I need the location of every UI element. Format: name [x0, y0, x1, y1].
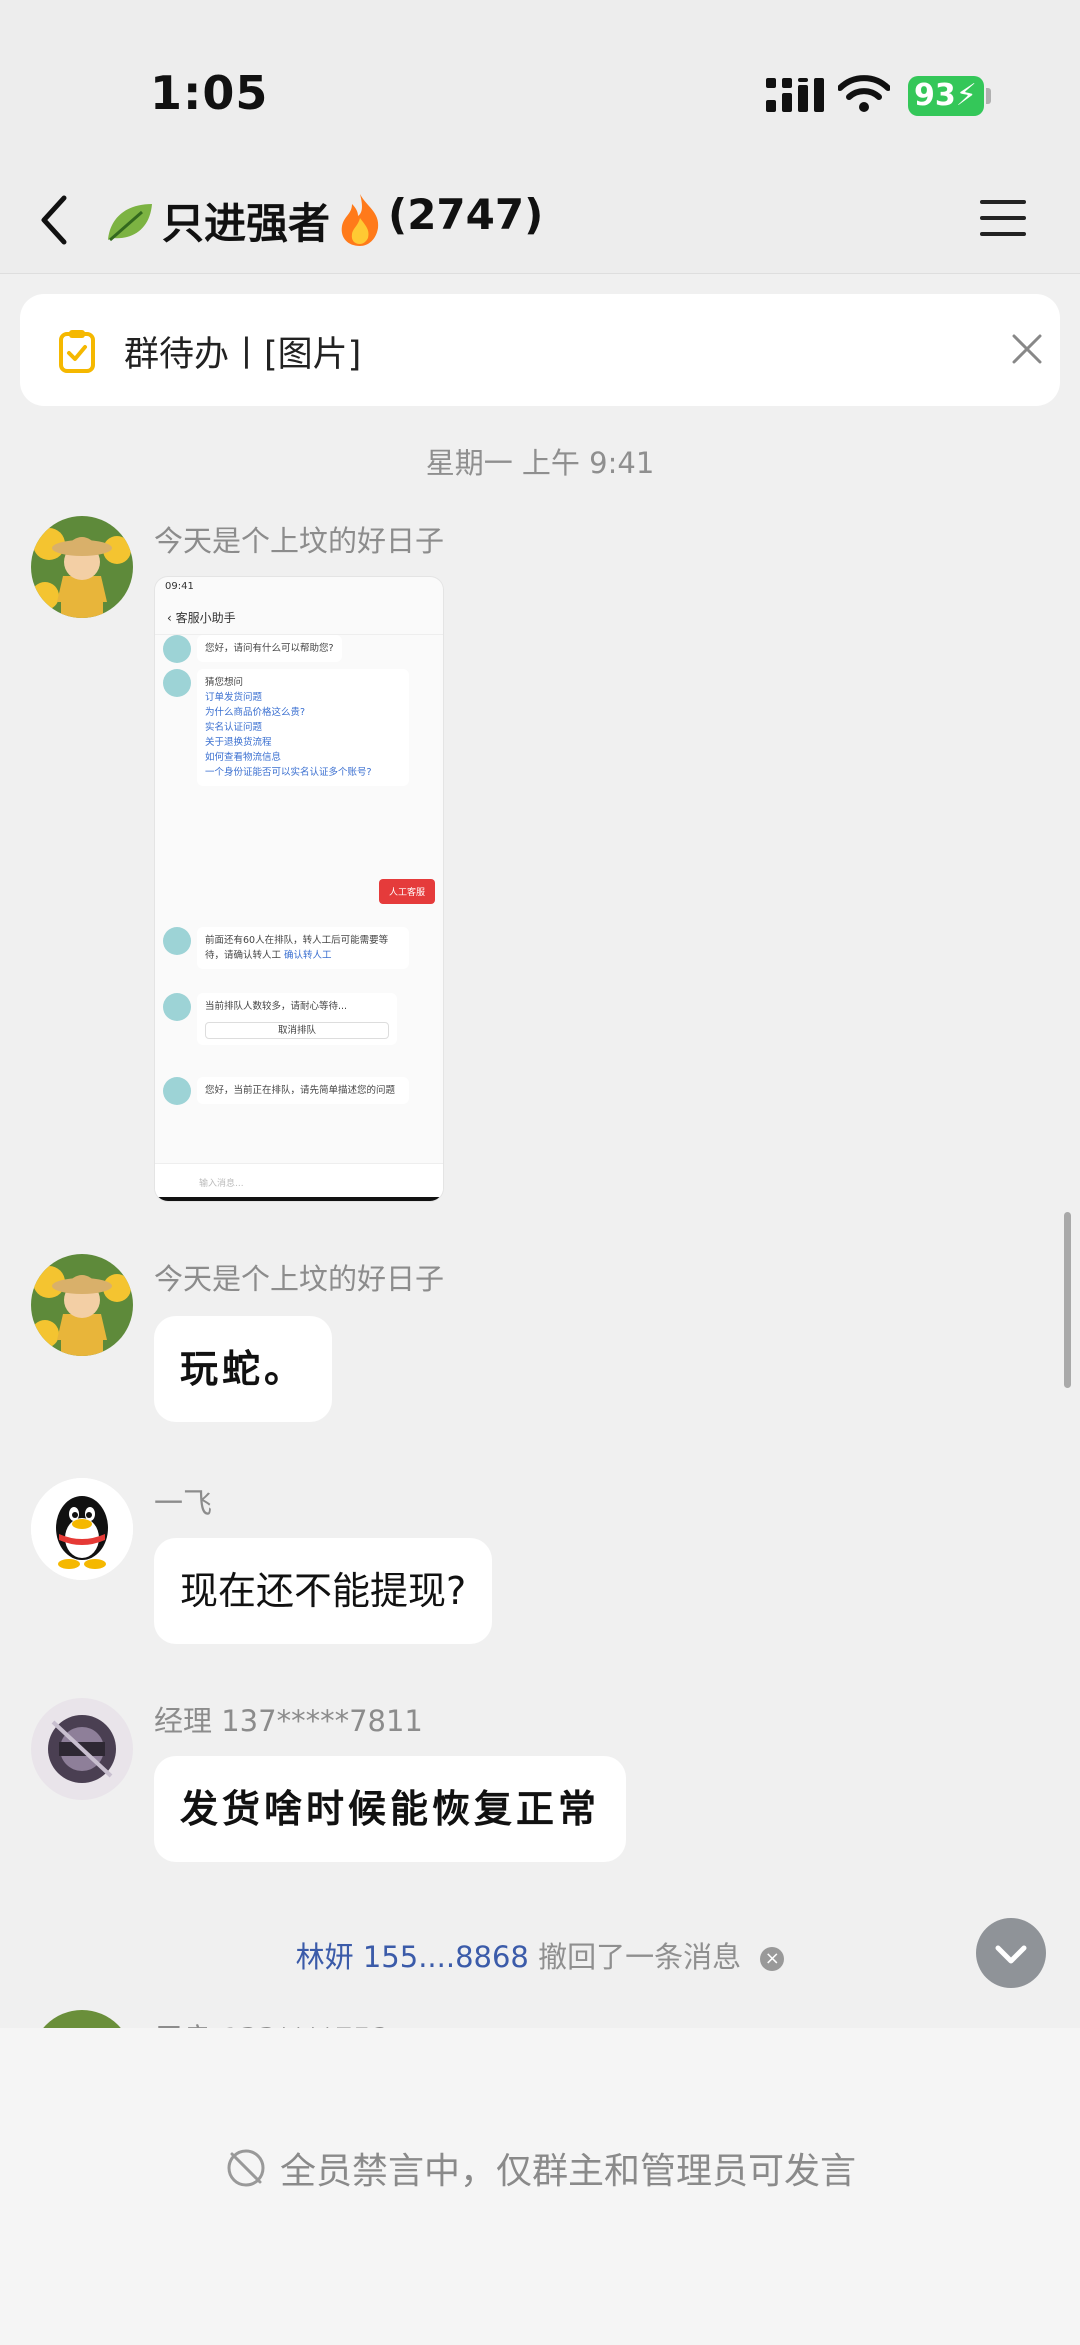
- message-bubble[interactable]: 发货啥时候能恢复正常: [154, 1756, 627, 1862]
- message-bubble[interactable]: 现在还不能提现?: [154, 1538, 493, 1644]
- cancel-queue-button: 取消排队: [205, 1022, 389, 1039]
- battery-cap: [986, 88, 991, 104]
- avatar-image: [31, 516, 133, 618]
- image-input-bar: 输入消息...: [155, 1163, 443, 1201]
- image-status-time: 09:41: [165, 581, 194, 592]
- guess-item: 关于退换货流程: [205, 737, 272, 748]
- bottom-bar: 全员禁言中，仅群主和管理员可发言: [0, 2028, 1080, 2345]
- battery-level: 93: [914, 78, 956, 113]
- scrollbar[interactable]: [1064, 1212, 1071, 1388]
- queue-link: 确认转人工: [284, 950, 332, 961]
- close-icon[interactable]: [1008, 330, 1046, 368]
- guess-item: 为什么商品价格这么贵?: [205, 707, 306, 718]
- human-service-button: 人工客服: [378, 879, 435, 904]
- bot-avatar: [163, 1077, 191, 1105]
- back-icon[interactable]: [34, 190, 74, 250]
- group-title[interactable]: 只进强者: [162, 190, 330, 251]
- image-card: 您好，请问有什么可以帮助您?: [197, 635, 342, 662]
- image-row: 当前排队人数较多，请耐心等待... 取消排队: [163, 993, 397, 1045]
- avatar[interactable]: [31, 1254, 133, 1356]
- image-row: 您好，请问有什么可以帮助您?: [163, 635, 342, 663]
- bot-avatar: [163, 669, 191, 697]
- todo-icon: [59, 330, 95, 373]
- chevron-down-icon: [995, 1945, 1027, 1964]
- mute-icon: [227, 2149, 265, 2187]
- charging-icon: ⚡: [955, 78, 977, 113]
- image-row: 您好，当前正在排队，请先简单描述您的问题: [163, 1077, 409, 1105]
- fire-icon: [341, 194, 379, 246]
- signal-icon: [766, 78, 824, 112]
- scroll-to-bottom-button[interactable]: [976, 1918, 1046, 1988]
- bot-avatar: [163, 927, 191, 955]
- image-card: 当前排队人数较多，请耐心等待... 取消排队: [197, 993, 397, 1045]
- image-header: ‹ 客服小助手: [155, 599, 443, 635]
- recall-notice: 林妍 155....8868 撤回了一条消息 ×: [0, 1934, 1080, 1976]
- guess-title: 猜您想问: [205, 677, 244, 688]
- image-card: 猜您想问 订单发货问题 为什么商品价格这么贵? 实名认证问题 关于退换货流程 如…: [197, 669, 409, 786]
- mute-notice: 全员禁言中，仅群主和管理员可发言: [280, 2151, 857, 2192]
- leaf-icon: [108, 204, 152, 242]
- avatar[interactable]: [31, 1478, 133, 1580]
- avatar-image: [31, 1698, 133, 1800]
- image-row: 猜您想问 订单发货问题 为什么商品价格这么贵? 实名认证问题 关于退换货流程 如…: [163, 669, 409, 786]
- avatar-image: [31, 1254, 133, 1356]
- guess-item: 一个身份证能否可以实名认证多个账号?: [205, 767, 372, 778]
- recall-user[interactable]: 林妍 155....8868: [296, 1940, 529, 1974]
- image-row: 前面还有60人在排队，转人工后可能需要等待，请确认转人工 确认转人工: [163, 927, 409, 969]
- sender-name: 今天是个上坟的好日子: [154, 1262, 445, 1296]
- chat-header: 只进强者 (2747): [0, 170, 1080, 274]
- qq-penguin-icon: [31, 1478, 133, 1580]
- sender-name: 一飞: [154, 1486, 213, 1520]
- group-todo-banner[interactable]: 群待办丨[图片]: [20, 294, 1060, 406]
- recall-text: 撤回了一条消息: [538, 1940, 742, 1974]
- avatar[interactable]: [31, 1698, 133, 1800]
- image-home-bar: [155, 1197, 443, 1201]
- busy-message: 当前排队人数较多，请耐心等待...: [205, 1001, 348, 1012]
- sender-name: 经理 137*****7811: [154, 1704, 423, 1738]
- sender-name: 今天是个上坟的好日子: [154, 524, 445, 558]
- guess-item: 如何查看物流信息: [205, 752, 282, 763]
- message-bubble[interactable]: 玩蛇。: [154, 1316, 333, 1422]
- image-card: 前面还有60人在排队，转人工后可能需要等待，请确认转人工 确认转人工: [197, 927, 409, 969]
- chat-timestamp: 星期一 上午 9:41: [425, 446, 655, 480]
- close-icon[interactable]: ×: [760, 1947, 785, 1971]
- guess-item: 订单发货问题: [205, 692, 263, 703]
- status-time: 1:05: [150, 66, 269, 120]
- image-header-title: 客服小助手: [175, 611, 236, 625]
- member-count[interactable]: (2747): [388, 190, 543, 239]
- todo-text: 群待办丨[图片]: [124, 335, 362, 375]
- bot-avatar: [163, 635, 191, 663]
- guess-item: 实名认证问题: [205, 722, 263, 733]
- battery-indicator: 93⚡: [908, 76, 984, 116]
- menu-icon[interactable]: [978, 196, 1028, 240]
- bot-avatar: [163, 993, 191, 1021]
- avatar[interactable]: [31, 516, 133, 618]
- wifi-icon: [838, 75, 890, 112]
- message-image[interactable]: 09:41 ‹ 客服小助手 您好，请问有什么可以帮助您? 猜您想问 订单发货问题…: [154, 576, 444, 1202]
- image-card: 您好，当前正在排队，请先简单描述您的问题: [197, 1077, 409, 1104]
- status-bar: 1:05 93⚡: [0, 0, 1080, 170]
